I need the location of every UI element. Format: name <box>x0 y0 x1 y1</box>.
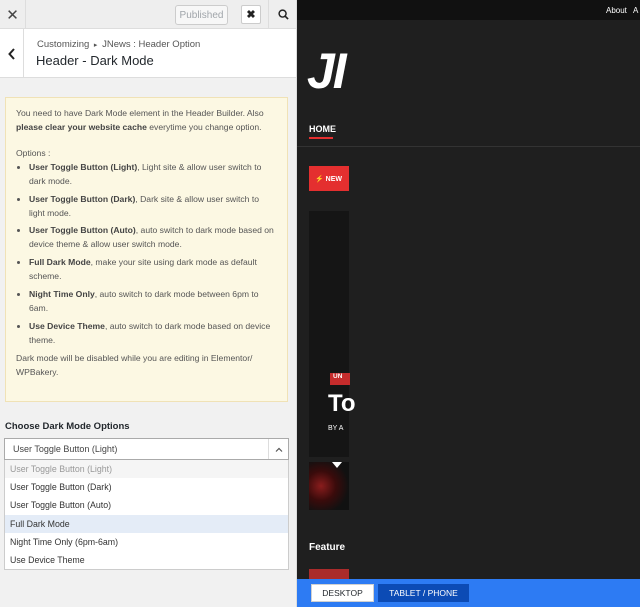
nav-home[interactable]: HOME <box>309 124 336 134</box>
hero-title[interactable]: To <box>328 390 356 418</box>
list-item: User Toggle Button (Light), Light site &… <box>29 161 277 189</box>
info-notice: You need to have Dark Mode element in th… <box>5 97 288 402</box>
back-button[interactable] <box>0 29 24 78</box>
notice-intro: You need to have Dark Mode element in th… <box>16 107 277 135</box>
notice-footer: Dark mode will be disabled while you are… <box>16 352 253 377</box>
option-user-toggle-dark[interactable]: User Toggle Button (Dark) <box>5 478 288 496</box>
option-name: User Toggle Button (Auto) <box>29 225 136 236</box>
customizer-panel: ✕ Published ✖ Customizing ▸ JNews : Head… <box>0 0 297 607</box>
customizer-header: ✕ Published ✖ <box>0 0 296 29</box>
option-name: User Toggle Button (Light) <box>29 161 138 172</box>
breaking-news-badge: ⚡ NEW <box>309 166 349 191</box>
discard-changes-button[interactable]: ✖ <box>241 5 261 24</box>
feature-heading: Feature <box>309 542 346 553</box>
preview-top-nav: About A <box>297 0 640 20</box>
dark-mode-select-label: Choose Dark Mode Options <box>5 421 130 432</box>
dark-mode-select[interactable]: User Toggle Button (Light) <box>4 438 289 460</box>
page-title: Header - Dark Mode <box>36 53 154 68</box>
option-name: User Toggle Button (Dark) <box>29 193 136 204</box>
nav-link-about[interactable]: About <box>606 6 627 15</box>
option-name: Full Dark Mode <box>29 257 91 268</box>
breadcrumb-child: JNews : Header Option <box>102 39 201 50</box>
option-user-toggle-light[interactable]: User Toggle Button (Light) <box>5 460 288 479</box>
option-name: Night Time Only <box>29 289 95 300</box>
options-list: User Toggle Button (Light), Light site &… <box>16 161 277 348</box>
options-heading: Options : <box>16 147 51 158</box>
list-item: User Toggle Button (Dark), Dark site & a… <box>29 193 277 221</box>
breadcrumb-separator-icon: ▸ <box>93 42 98 49</box>
device-preview-bar: DESKTOP TABLET / PHONE <box>297 579 640 607</box>
search-button[interactable] <box>268 0 296 29</box>
header-divider <box>297 146 640 147</box>
breadcrumb: Customizing ▸ JNews : Header Option <box>37 39 200 50</box>
dropdown-options: User Toggle Button (Light) User Toggle B… <box>4 460 289 570</box>
search-icon <box>277 9 289 20</box>
notice-line-2: everytime you change option. <box>146 121 262 132</box>
option-use-device-theme[interactable]: Use Device Theme <box>5 551 288 569</box>
notice-line-1: You need to have Dark Mode element in th… <box>16 108 264 118</box>
published-button[interactable]: Published <box>175 5 228 25</box>
option-name: Use Device Theme <box>29 320 105 331</box>
chevron-left-icon <box>7 47 15 60</box>
slider-thumbnail[interactable] <box>309 462 349 510</box>
section-titlebar: Customizing ▸ JNews : Header Option Head… <box>0 29 296 78</box>
breadcrumb-parent: Customizing <box>37 39 90 50</box>
site-logo[interactable]: JI <box>307 42 347 100</box>
list-item: User Toggle Button (Auto), auto switch t… <box>29 224 277 252</box>
hero-byline: BY A <box>328 425 344 432</box>
option-user-toggle-auto[interactable]: User Toggle Button (Auto) <box>5 496 288 514</box>
option-night-time-only[interactable]: Night Time Only (6pm-6am) <box>5 533 288 551</box>
desktop-preview-button[interactable]: DESKTOP <box>311 584 374 602</box>
list-item: Night Time Only, auto switch to dark mod… <box>29 288 277 316</box>
list-item: Full Dark Mode, make your site using dar… <box>29 256 277 284</box>
chevron-up-icon[interactable] <box>268 439 288 459</box>
nav-active-indicator <box>309 137 333 139</box>
hero-category-badge[interactable]: UN <box>330 373 350 385</box>
hero-image[interactable] <box>309 211 349 457</box>
notice-cache-warning: please clear your website cache <box>16 121 147 132</box>
close-icon: ✕ <box>6 6 19 24</box>
close-customizer-button[interactable]: ✕ <box>0 0 26 29</box>
option-full-dark-mode[interactable]: Full Dark Mode <box>5 514 288 533</box>
tablet-phone-preview-button[interactable]: TABLET / PHONE <box>378 584 469 602</box>
nav-link-partial[interactable]: A <box>633 6 638 15</box>
active-thumb-indicator-icon <box>332 462 342 468</box>
selected-value: User Toggle Button (Light) <box>13 444 118 454</box>
list-item: Use Device Theme, auto switch to dark mo… <box>29 320 277 348</box>
